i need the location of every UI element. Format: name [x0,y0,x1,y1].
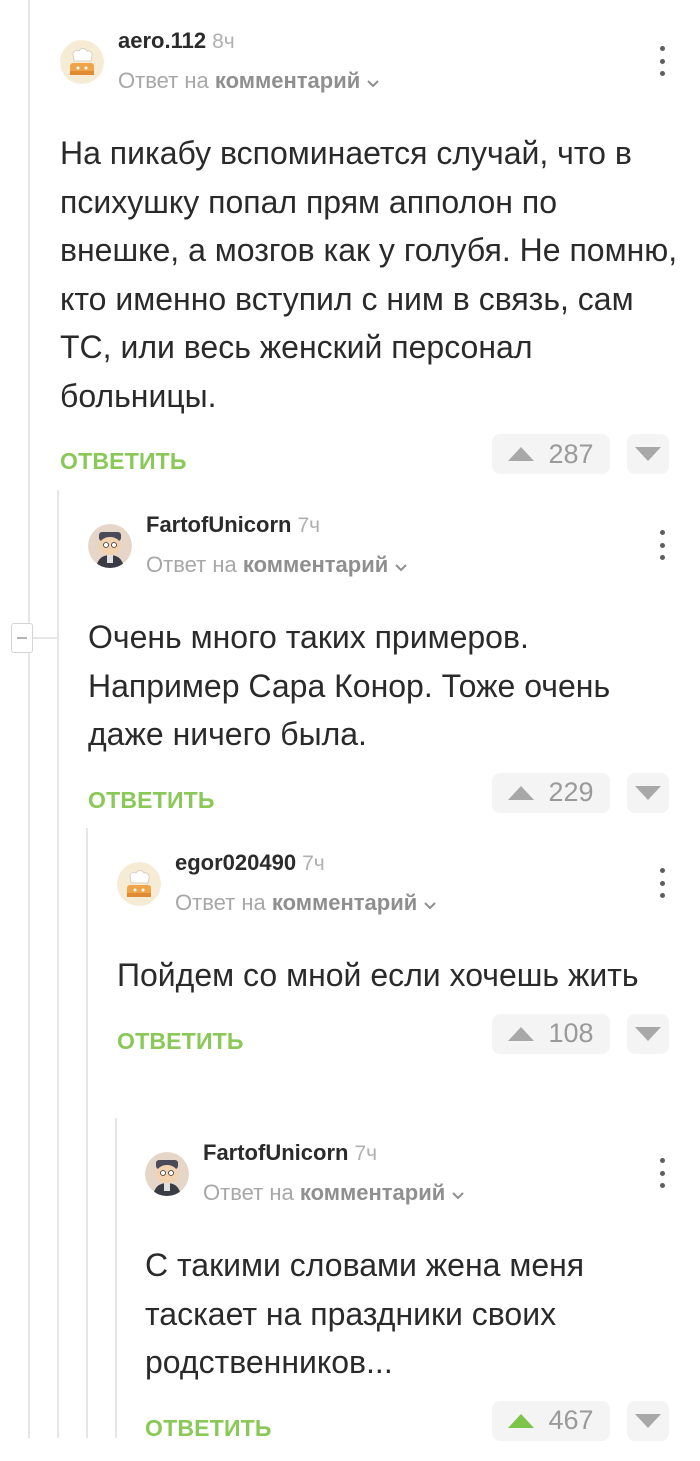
downvote-button[interactable] [627,434,669,474]
reply-button[interactable]: ОТВЕТИТЬ [145,1415,272,1442]
username-text: FartofUnicorn [146,512,292,537]
upvote-button[interactable]: 467 [492,1400,610,1441]
chef-avatar-icon [60,40,104,84]
reply-button[interactable]: ОТВЕТИТЬ [60,448,187,475]
comment-time: 7ч [297,514,321,537]
comment: egor020490 7ч Ответ на комментарий Пойдем… [117,850,700,1074]
thread-line-level-0 [28,0,30,1438]
reply-to-prefix: Ответ на [146,552,237,577]
comment-time: 7ч [354,1142,378,1165]
comment-header: egor020490 7ч Ответ на комментарий [117,850,700,930]
more-options-icon[interactable] [659,530,665,560]
username[interactable]: FartofUnicorn 7ч [146,512,320,538]
thread-line-level-2 [86,828,88,1438]
chef-avatar-icon [117,862,161,906]
chevron-down-icon [394,553,408,579]
upvote-button[interactable]: 229 [492,772,610,813]
comment: aero.112 8ч Ответ на комментарий На пикаб… [60,28,700,494]
comment-text: Очень много таких примеров. Например Сар… [88,619,611,752]
downvote-arrow-icon [635,1026,661,1041]
avatar[interactable] [88,524,132,568]
thread-line-level-3 [115,1118,117,1438]
reply-to-link[interactable]: Ответ на комментарий [146,552,408,579]
username[interactable]: egor020490 7ч [175,850,325,876]
upvote-arrow-icon [508,1413,535,1428]
rating-count: 229 [548,777,594,807]
more-options-icon[interactable] [659,868,665,898]
reply-button[interactable]: ОТВЕТИТЬ [117,1028,244,1055]
username-text: aero.112 [118,28,207,53]
reply-to-prefix: Ответ на [118,68,209,93]
reply-to-prefix: Ответ на [203,1180,294,1205]
reply-button[interactable]: ОТВЕТИТЬ [88,787,215,814]
more-options-icon[interactable] [659,46,665,76]
upvote-button[interactable]: 287 [492,434,610,474]
comment-actions: ОТВЕТИТЬ 108 [117,1013,700,1074]
avatar[interactable] [60,40,104,84]
comment: FartofUnicorn 7ч Ответ на комментарий Оче… [88,512,700,833]
collapse-thread-button[interactable] [11,623,33,653]
reply-to-link[interactable]: Ответ на комментарий [118,68,380,95]
upvote-arrow-icon [508,1026,535,1041]
comment-header: FartofUnicorn 7ч Ответ на комментарий [88,512,700,592]
reply-to-link[interactable]: Ответ на комментарий [203,1180,465,1207]
avatar[interactable] [145,1152,189,1196]
comment: FartofUnicorn 7ч Ответ на комментарий С т… [145,1140,700,1461]
downvote-button[interactable] [627,1400,669,1441]
reply-to-target: комментарий [214,68,361,93]
username[interactable]: aero.112 8ч [118,28,235,54]
upvote-arrow-icon [508,785,535,800]
reply-to-target: комментарий [242,552,389,577]
username-text: FartofUnicorn [203,1140,349,1165]
reply-to-target: комментарий [299,1180,446,1205]
username[interactable]: FartofUnicorn 7ч [203,1140,377,1166]
downvote-arrow-icon [635,1413,661,1428]
reply-to-link[interactable]: Ответ на комментарий [175,890,437,917]
downvote-button[interactable] [627,1013,669,1054]
reply-to-prefix: Ответ на [175,890,266,915]
comment-actions: ОТВЕТИТЬ 467 [145,1400,700,1461]
more-options-icon[interactable] [659,1158,665,1188]
avatar[interactable] [117,862,161,906]
comment-text: На пикабу вспоминается случай, что в пси… [60,135,678,414]
downvote-arrow-icon [635,447,661,461]
comment-actions: ОТВЕТИТЬ 229 [88,772,700,833]
chevron-down-icon [366,69,380,95]
comment-header: FartofUnicorn 7ч Ответ на комментарий [145,1140,700,1220]
reply-to-target: комментарий [271,890,418,915]
upvote-arrow-icon [508,447,535,461]
rating-count: 108 [548,1018,594,1048]
comment-text: Пойдем со мной если хочешь жить [117,957,639,993]
comment-time: 7ч [302,852,325,875]
rating-count: 287 [548,438,594,469]
cartoon-avatar-icon [88,524,132,568]
username-text: egor020490 [175,850,297,875]
rating-count: 467 [548,1405,594,1435]
downvote-button[interactable] [627,772,669,813]
comment-time: 8ч [212,30,235,53]
comment-header: aero.112 8ч Ответ на комментарий [60,28,700,108]
thread-connector [33,637,57,639]
chevron-down-icon [451,1181,465,1207]
downvote-arrow-icon [635,785,661,800]
thread-line-level-1 [57,490,59,1438]
cartoon-avatar-icon [145,1152,189,1196]
comment-actions: ОТВЕТИТЬ 287 [60,434,700,494]
comment-text: С такими словами жена меня таскает на пр… [145,1247,585,1380]
upvote-button[interactable]: 108 [492,1013,610,1054]
chevron-down-icon [423,891,437,917]
